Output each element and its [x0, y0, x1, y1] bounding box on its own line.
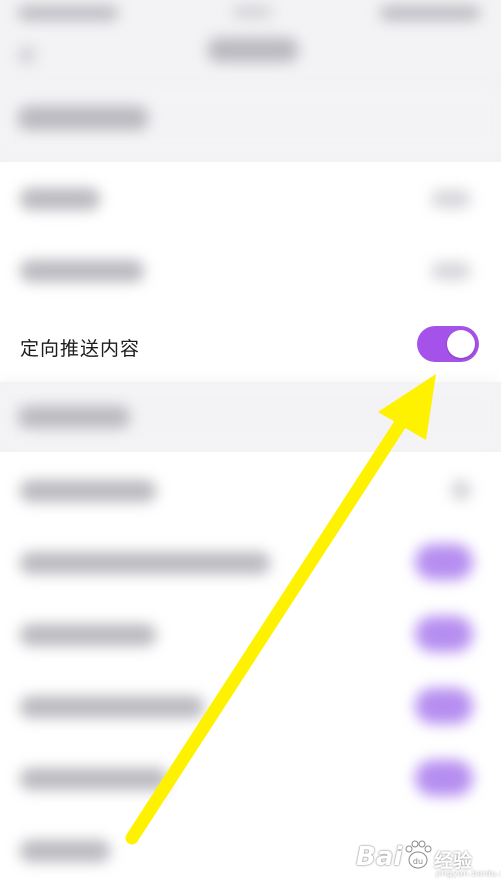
settings-row[interactable] [0, 454, 501, 526]
settings-row[interactable] [0, 598, 501, 670]
page-title [208, 38, 298, 62]
toggle-knob [447, 330, 475, 358]
settings-card [0, 162, 501, 312]
watermark-url: jingyan.baidu.com [436, 869, 501, 878]
section-header [0, 90, 501, 152]
baidu-watermark: Bai du 经验 jingyan.baidu.com [356, 836, 501, 882]
nav-bar [0, 30, 501, 90]
settings-row[interactable] [0, 670, 501, 742]
settings-row[interactable] [0, 742, 501, 814]
targeted-push-label: 定向推送内容 [20, 338, 141, 360]
settings-row[interactable] [0, 162, 501, 234]
watermark-brand: Bai [356, 842, 403, 872]
settings-row[interactable] [0, 234, 501, 306]
status-bar [0, 0, 501, 30]
settings-page: 定向推送内容 Bai du 经验 jingyan.baidu. [0, 0, 501, 890]
back-icon[interactable] [18, 46, 36, 64]
section-header [0, 382, 501, 452]
targeted-push-toggle[interactable] [417, 326, 479, 362]
paw-icon: du [405, 840, 432, 869]
watermark-paw-text: du [413, 857, 423, 866]
settings-card [0, 452, 501, 890]
settings-row[interactable] [0, 526, 501, 598]
